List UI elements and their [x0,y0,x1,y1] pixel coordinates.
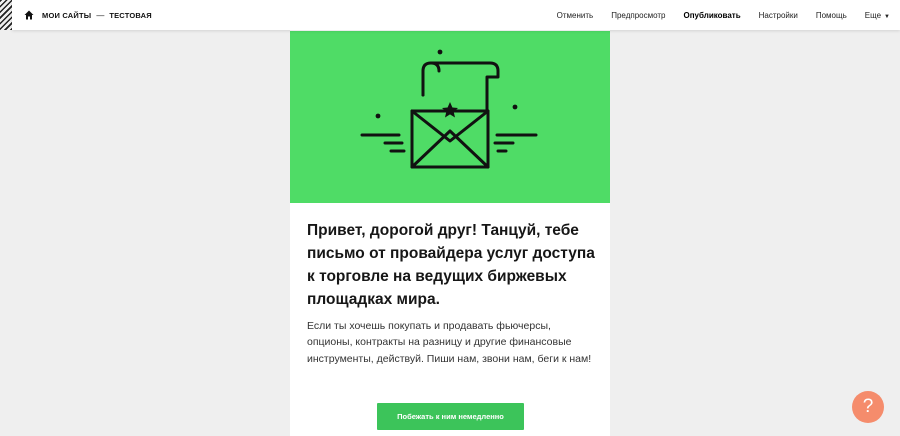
top-bar: МОИ САЙТЫ — ТЕСТОВАЯ Отменить Предпросмо… [12,0,900,30]
caret-down-icon: ▼ [884,13,890,20]
more-menu-button[interactable]: Еще ▼ [865,11,890,20]
undo-button[interactable]: Отменить [557,11,594,20]
email-headline: Привет, дорогой друг! Танцуй, тебе письм… [307,222,595,308]
home-icon[interactable] [24,10,34,20]
question-icon: ? [862,396,874,417]
cta-button[interactable]: Побежать к ним немедленно [377,403,524,430]
hero-banner [290,31,610,203]
preview-button[interactable]: Предпросмотр [611,11,665,20]
zigzag-decoration [0,0,12,30]
settings-button[interactable]: Настройки [759,11,798,20]
breadcrumb: МОИ САЙТЫ — ТЕСТОВАЯ [24,0,152,30]
publish-button[interactable]: Опубликовать [683,11,740,20]
breadcrumb-separator: — [96,10,105,20]
help-button[interactable]: ? [852,391,884,423]
envelope-letter-icon [360,49,538,169]
email-body-text: Если ты хочешь покупать и продавать фьюч… [307,320,592,365]
email-preview-card: Привет, дорогой друг! Танцуй, тебе письм… [290,10,610,436]
breadcrumb-my-sites[interactable]: МОИ САЙТЫ [42,11,91,20]
help-menu-button[interactable]: Помощь [816,11,847,20]
more-menu-label: Еще [864,10,882,20]
breadcrumb-current-site[interactable]: ТЕСТОВАЯ [109,11,152,20]
top-menu: Отменить Предпросмотр Опубликовать Настр… [539,0,900,30]
